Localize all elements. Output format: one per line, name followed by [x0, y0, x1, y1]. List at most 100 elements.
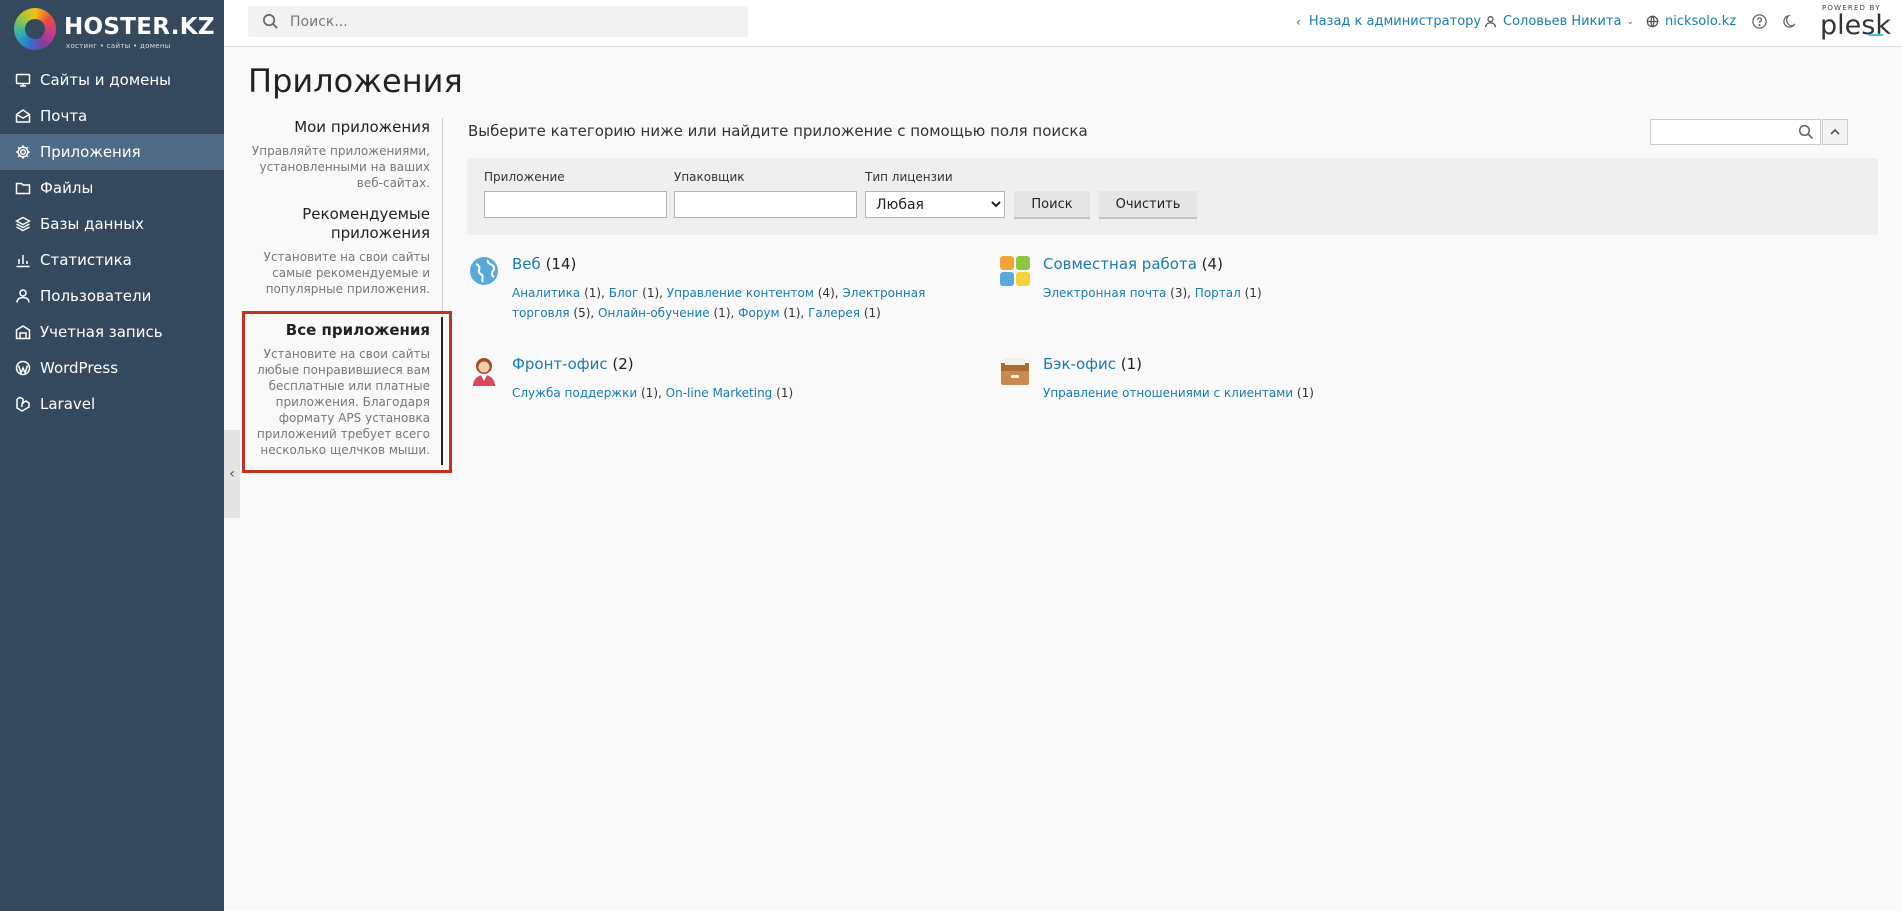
subcategory-link[interactable]: Онлайн-обучение [598, 306, 710, 320]
sidebar-item-label: Файлы [40, 179, 94, 197]
globe-icon [1646, 15, 1659, 28]
subcategory-link[interactable]: Электронная почта [1043, 286, 1166, 300]
subcategory-count: (1) [713, 306, 731, 320]
sidebar-item-label: Базы данных [40, 215, 144, 233]
app-search-input[interactable] [1655, 120, 1799, 144]
sidebar-nav: Сайты и домены Почта Приложения Файлы Ба… [0, 62, 224, 422]
back-to-admin-label: Назад к администратору [1308, 14, 1482, 29]
intro-text: Выберите категорию ниже или найдите прил… [468, 122, 1088, 140]
sidebar-item-applications[interactable]: Приложения [0, 134, 224, 170]
dark-mode-icon[interactable] [1781, 13, 1799, 31]
category-link-collaboration[interactable]: Совместная работа [1043, 255, 1197, 273]
subcategory-link[interactable]: Галерея [808, 306, 860, 320]
subcategory-list: Электронная почта (3), Портал (1) [1043, 286, 1262, 300]
clear-button[interactable]: Очистить [1099, 191, 1197, 219]
plesk-logo-accent [1868, 34, 1883, 36]
subcategory-link[interactable]: Блог [609, 286, 639, 300]
collapse-filter-button[interactable] [1822, 119, 1848, 145]
user-name: Соловьев Никита [1503, 14, 1622, 29]
sidebar: HOSTER.KZ хостинг • сайты • домены Сайты… [0, 0, 224, 911]
app-search[interactable] [1650, 119, 1821, 145]
sidebar-item-label: Пользователи [40, 287, 152, 305]
category-title[interactable]: Мои приложения [250, 118, 430, 137]
sidebar-item-label: Учетная запись [40, 323, 163, 341]
chevron-down-icon: ⌄ [1626, 16, 1635, 27]
sidebar-item-label: Статистика [40, 251, 132, 269]
brand-logo[interactable]: HOSTER.KZ хостинг • сайты • домены [14, 8, 215, 52]
subcategory-link[interactable]: On-line Marketing [666, 386, 773, 400]
search-button[interactable]: Поиск [1014, 191, 1090, 219]
category-description: Установите на свои сайты самые рекоменду… [263, 250, 430, 296]
category-link-front-office[interactable]: Фронт-офис [512, 355, 608, 373]
filter-panel: Приложение Упаковщик Тип лицензии Любая … [467, 158, 1878, 235]
category-featured-apps[interactable]: Рекомендуемые приложения Установите на с… [250, 205, 444, 297]
sidebar-item-users[interactable]: Пользователи [0, 278, 224, 314]
sidebar-item-label: Laravel [40, 395, 96, 413]
help-icon[interactable] [1751, 13, 1769, 31]
subcategory-count: (1) [1296, 386, 1314, 400]
subcategory-link[interactable]: Аналитика [512, 286, 580, 300]
user-icon [1485, 16, 1496, 28]
subcategory-count: (1) [641, 386, 658, 400]
category-count: (4) [1201, 255, 1223, 273]
license-type-select[interactable]: Любая [865, 191, 1005, 218]
sidebar-item-statistics[interactable]: Статистика [0, 242, 224, 278]
sidebar-item-account[interactable]: Учетная запись [0, 314, 224, 350]
collapse-sidebar-button[interactable]: ‹ [224, 430, 240, 518]
sidebar-item-files[interactable]: Файлы [0, 170, 224, 206]
category-name: Бэк-офис (1) [1043, 355, 1142, 373]
subcategory-count: (1) [776, 386, 794, 400]
category-name: Фронт-офис (2) [512, 355, 634, 373]
wordpress-icon [15, 360, 31, 376]
user-menu[interactable]: Соловьев Никита ⌄ [1484, 14, 1634, 29]
subcategory-list: Служба поддержки (1), On-line Marketing … [512, 386, 794, 400]
app-category-nav: Мои приложения Управляйте приложениями, … [250, 118, 444, 472]
sidebar-item-sites-domains[interactable]: Сайты и домены [0, 62, 224, 98]
search-icon [263, 14, 278, 29]
license-filter-label: Тип лицензии [865, 170, 953, 184]
sidebar-item-label: Сайты и домены [40, 71, 172, 89]
sidebar-item-label: WordPress [40, 359, 119, 377]
sidebar-item-mail[interactable]: Почта [0, 98, 224, 134]
brand-tagline: хостинг • сайты • домены [66, 42, 171, 50]
back-office-icon [1001, 358, 1029, 385]
subcategory-count: (1) [642, 286, 660, 300]
domain-link[interactable]: nicksolo.kz [1646, 14, 1736, 29]
subcategory-link[interactable]: Управление контентом [667, 286, 814, 300]
sidebar-item-databases[interactable]: Базы данных [0, 206, 224, 242]
category-my-apps[interactable]: Мои приложения Управляйте приложениями, … [250, 118, 444, 191]
subcategory-link[interactable]: Управление отношениями с клиентами [1043, 386, 1293, 400]
category-title[interactable]: Все приложения [250, 321, 430, 340]
packager-filter-label: Упаковщик [674, 170, 745, 184]
gear-icon [15, 144, 31, 160]
global-search-input[interactable] [288, 12, 732, 31]
topbar: ‹ Назад к администратору Соловьев Никита… [224, 0, 1902, 47]
subcategory-link[interactable]: Форум [738, 306, 779, 320]
subcategory-link[interactable]: Портал [1195, 286, 1241, 300]
global-search[interactable] [248, 6, 748, 37]
packager-filter-input[interactable] [674, 191, 857, 218]
bar-chart-icon [15, 252, 31, 268]
chevron-left-icon: ‹ [1296, 14, 1301, 29]
app-filter-input[interactable] [484, 191, 667, 218]
subcategory-count: (1) [863, 306, 881, 320]
collaboration-icon [1000, 256, 1030, 286]
category-all-apps[interactable]: Все приложения Установите на свои сайты … [250, 321, 444, 458]
category-link-back-office[interactable]: Бэк-офис [1043, 355, 1116, 373]
chevron-up-icon [1830, 128, 1840, 135]
subcategory-link[interactable]: Служба поддержки [512, 386, 637, 400]
category-description: Управляйте приложениями, установленными … [251, 144, 430, 190]
sidebar-item-laravel[interactable]: Laravel [0, 386, 224, 422]
subcategory-count: (1) [584, 286, 602, 300]
logo-mark-icon [14, 8, 56, 50]
sidebar-item-wordpress[interactable]: WordPress [0, 350, 224, 386]
category-title[interactable]: Рекомендуемые приложения [250, 205, 430, 243]
user-icon [15, 288, 31, 304]
category-count: (1) [1120, 355, 1143, 373]
laravel-icon [15, 396, 31, 412]
category-link-web[interactable]: Веб [512, 255, 541, 273]
subcategory-count: (3) [1170, 286, 1188, 300]
back-to-admin-link[interactable]: ‹ Назад к администратору [1296, 14, 1481, 29]
subcategory-count: (1) [783, 306, 801, 320]
globe-icon [470, 257, 498, 285]
